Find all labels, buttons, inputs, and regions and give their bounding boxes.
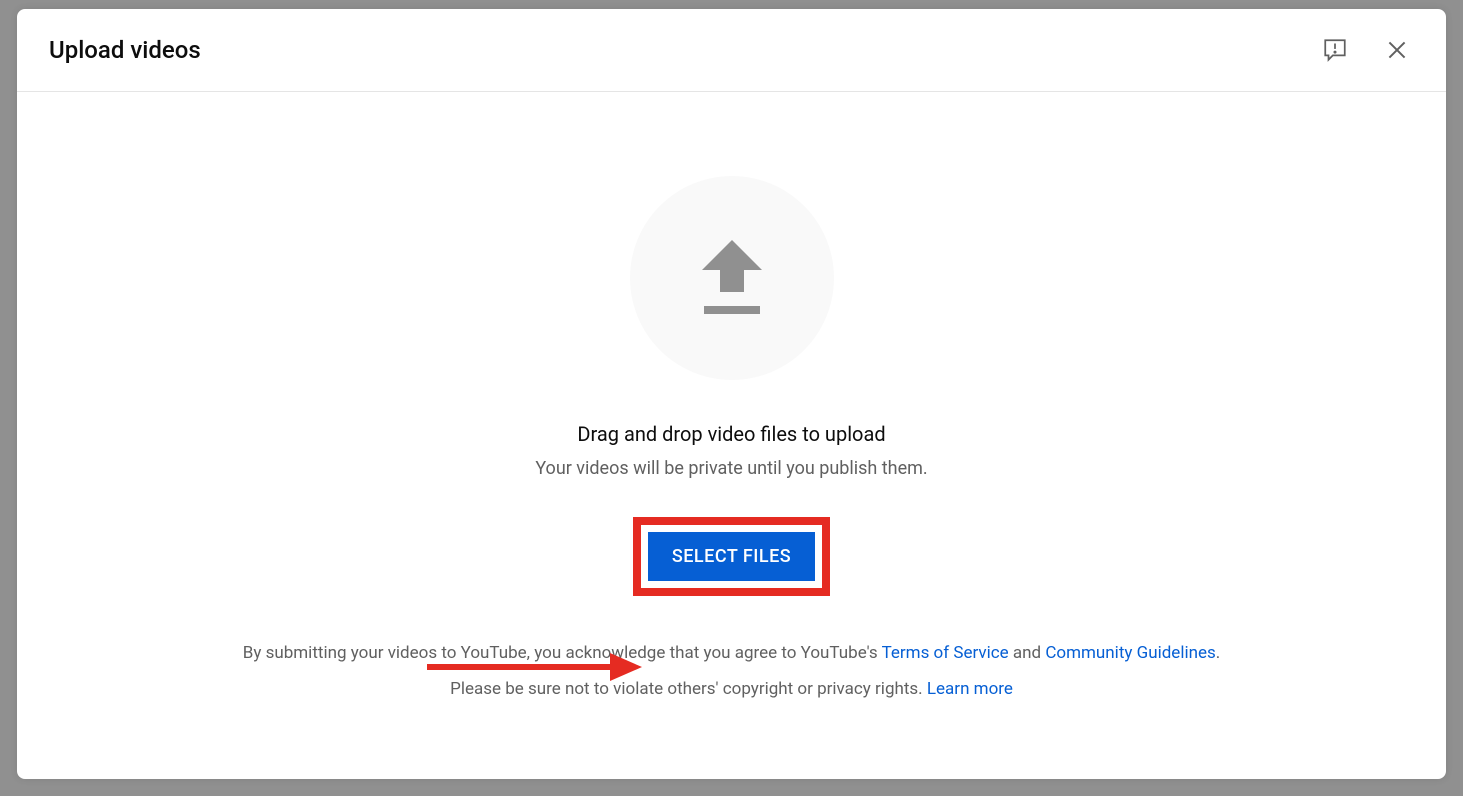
feedback-icon [1322, 37, 1348, 63]
annotation-highlight: SELECT FILES [633, 517, 830, 596]
upload-icon [700, 240, 764, 316]
upload-drop-zone[interactable] [630, 176, 834, 380]
privacy-note-text: Your videos will be private until you pu… [535, 458, 927, 479]
modal-header: Upload videos [17, 9, 1446, 92]
upload-videos-modal: Upload videos Drag [17, 9, 1446, 779]
header-actions [1318, 33, 1414, 67]
modal-title: Upload videos [49, 36, 201, 64]
close-icon [1384, 37, 1410, 63]
footer-line2-prefix: Please be sure not to violate others' co… [450, 679, 927, 699]
footer-legal-text: By submitting your videos to YouTube, yo… [243, 636, 1221, 735]
community-guidelines-link[interactable]: Community Guidelines [1045, 643, 1215, 663]
feedback-button[interactable] [1318, 33, 1352, 67]
modal-body: Drag and drop video files to upload Your… [17, 92, 1446, 779]
learn-more-link[interactable]: Learn more [927, 679, 1013, 699]
drag-drop-text: Drag and drop video files to upload [577, 422, 885, 446]
terms-of-service-link[interactable]: Terms of Service [882, 643, 1009, 663]
select-files-button[interactable]: SELECT FILES [648, 532, 815, 581]
footer-line1-suffix: . [1216, 643, 1220, 663]
footer-line1-prefix: By submitting your videos to YouTube, yo… [243, 643, 882, 663]
footer-line1-mid: and [1009, 643, 1046, 663]
close-button[interactable] [1380, 33, 1414, 67]
